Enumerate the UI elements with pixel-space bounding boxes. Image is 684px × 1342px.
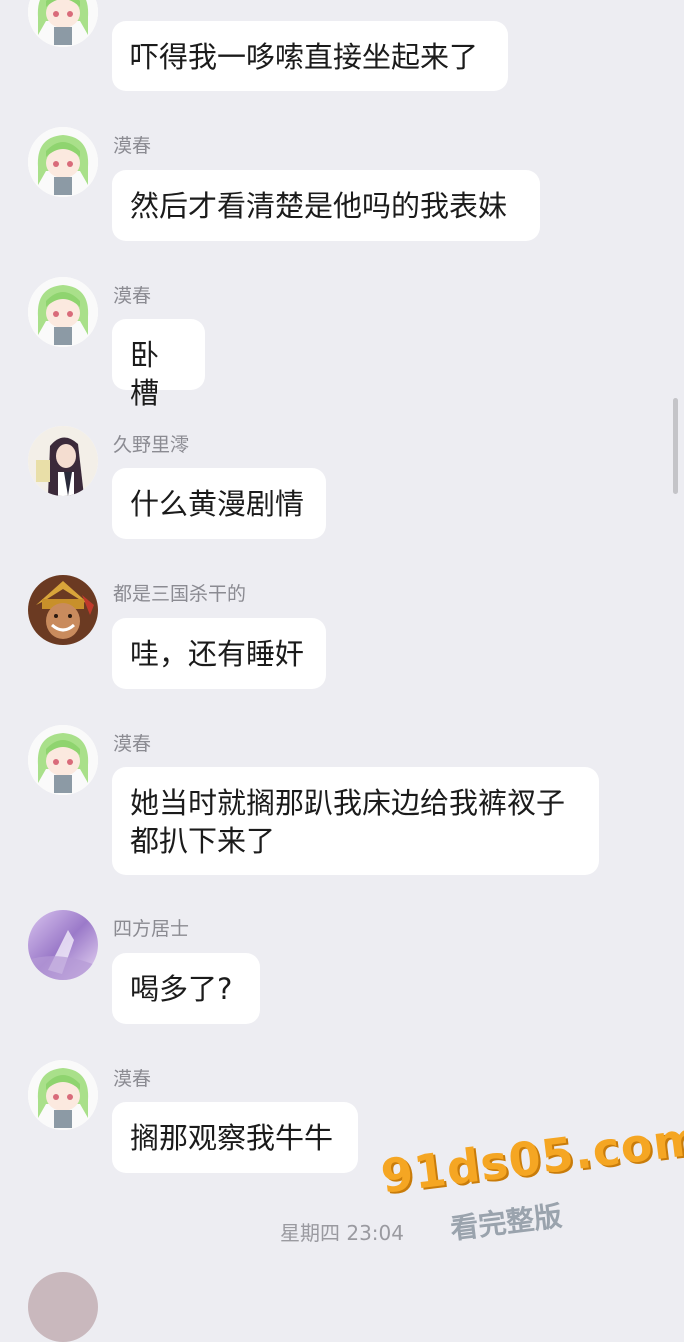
green-hair-anime-avatar-icon (28, 725, 98, 795)
message-text: 什么黄漫剧情 (130, 487, 305, 521)
dark-hair-anime-avatar-icon (28, 426, 98, 496)
message-text: 都扒下来了 (130, 824, 276, 858)
sender-avatar[interactable] (28, 277, 98, 347)
sender-avatar[interactable] (28, 1060, 98, 1130)
sender-avatar[interactable] (28, 725, 98, 795)
sender-name: 四方居士 (113, 918, 190, 940)
message-bubble[interactable]: 喝多了? (112, 953, 260, 1024)
message-text: 喝多了? (130, 972, 233, 1006)
message-text: 吓得我一哆嗦直接坐起来了 (130, 40, 479, 74)
sender-name: 漠春 (113, 135, 152, 157)
sender-avatar[interactable] (28, 1272, 98, 1342)
sender-avatar[interactable] (28, 426, 98, 496)
message-text: 她当时就搁那趴我床边给我裤衩子 (130, 786, 566, 820)
message-bubble[interactable]: 哇，还有睡奸 (112, 618, 326, 689)
message-bubble[interactable]: 卧槽 (112, 319, 205, 410)
message-bubble[interactable]: 她当时就搁那趴我床边给我裤衩子 都扒下来了 (112, 767, 599, 875)
sender-name: 漠春 (113, 1068, 152, 1090)
sender-name: 都是三国杀干的 (113, 583, 247, 605)
warrior-avatar-icon (28, 575, 98, 645)
sender-name: 久野里澪 (113, 434, 190, 456)
message-text: 卧槽 (130, 338, 160, 410)
sender-avatar[interactable] (28, 0, 98, 47)
purple-landscape-avatar-icon (28, 910, 98, 980)
scrollbar[interactable] (673, 398, 678, 494)
green-hair-anime-avatar-icon (28, 277, 98, 347)
green-hair-anime-avatar-icon (28, 127, 98, 197)
sender-avatar[interactable] (28, 127, 98, 197)
watermark-primary: 91ds05.com (378, 1110, 684, 1204)
message-bubble[interactable]: 吓得我一哆嗦直接坐起来了 (112, 21, 508, 91)
sender-name: 漠春 (113, 733, 152, 755)
message-text: 哇，还有睡奸 (130, 637, 305, 671)
message-bubble[interactable]: 然后才看清楚是他吗的我表妹 (112, 170, 540, 241)
sender-avatar[interactable] (28, 910, 98, 980)
message-text: 然后才看清楚是他吗的我表妹 (130, 189, 508, 223)
sender-name: 漠春 (113, 285, 152, 307)
green-hair-anime-avatar-icon (28, 0, 98, 47)
green-hair-anime-avatar-icon (28, 1060, 98, 1130)
message-text: 搁那观察我牛牛 (130, 1121, 334, 1155)
message-bubble[interactable]: 什么黄漫剧情 (112, 468, 326, 539)
sender-avatar[interactable] (28, 575, 98, 645)
timestamp-divider: 星期四 23:04 (280, 1221, 404, 1245)
message-bubble[interactable]: 搁那观察我牛牛 (112, 1102, 358, 1173)
